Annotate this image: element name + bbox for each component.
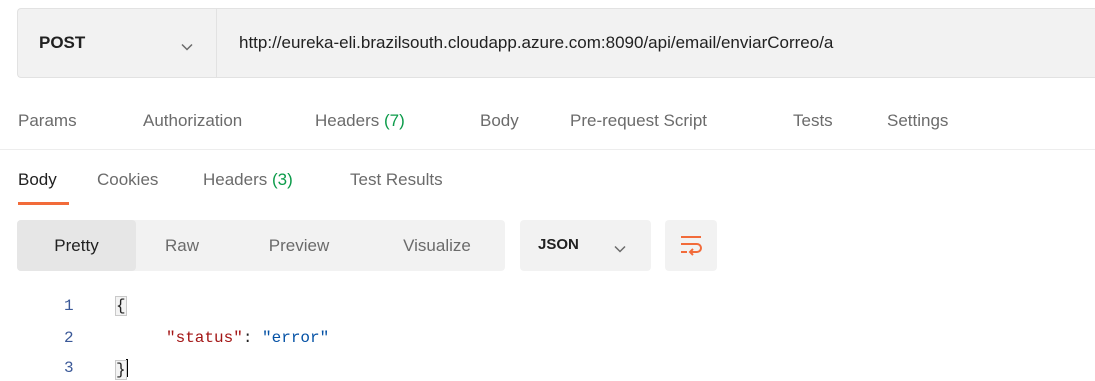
line-number: 1	[64, 297, 74, 315]
json-key: "status"	[166, 329, 243, 347]
code-text: {	[115, 296, 127, 316]
code-line: 1 {	[0, 296, 1095, 319]
code-text: "status": "error"	[166, 329, 329, 347]
headers-count: (3)	[272, 170, 293, 189]
tab-label: Settings	[887, 111, 949, 130]
code-line: 2 "status": "error"	[0, 329, 1095, 351]
code-text[interactable]: }	[115, 359, 128, 380]
url-input[interactable]: http://eureka-eli.brazilsouth.cloudapp.a…	[239, 33, 833, 53]
chevron-down-icon	[614, 240, 626, 258]
request-bar: POST http://eureka-eli.brazilsouth.cloud…	[17, 8, 1095, 78]
json-colon: :	[242, 329, 263, 347]
view-mode-raw[interactable]: Raw	[148, 220, 216, 271]
chevron-down-icon	[181, 38, 193, 56]
tab-label: Test Results	[350, 170, 443, 189]
request-tabs: Params Authorization Headers (7) Body Pr…	[0, 97, 1095, 150]
tab-label: Headers	[203, 170, 268, 189]
response-tab-cookies[interactable]: Cookies	[97, 170, 158, 190]
tab-label: Authorization	[143, 111, 243, 130]
tab-headers[interactable]: Headers (7)	[315, 111, 405, 131]
close-brace: }	[115, 360, 127, 380]
tab-label: Tests	[793, 111, 833, 130]
tab-label: Params	[18, 111, 77, 130]
tab-settings[interactable]: Settings	[887, 111, 948, 131]
tab-label: Pre-request Script	[570, 111, 707, 130]
response-tab-body[interactable]: Body	[18, 170, 57, 190]
tab-label: Body	[18, 170, 57, 189]
tab-label: Cookies	[97, 170, 159, 189]
method-select[interactable]: POST	[18, 9, 217, 77]
tab-pre-request-script[interactable]: Pre-request Script	[570, 111, 707, 131]
line-number: 2	[64, 329, 74, 347]
view-mode-preview[interactable]: Preview	[247, 220, 351, 271]
view-mode-pretty[interactable]: Pretty	[17, 220, 136, 271]
format-select[interactable]: JSON	[520, 220, 651, 271]
headers-count: (7)	[384, 111, 405, 130]
wrap-text-button[interactable]	[665, 220, 717, 271]
view-mode-visualize[interactable]: Visualize	[377, 220, 497, 271]
response-tab-test-results[interactable]: Test Results	[350, 170, 443, 190]
view-mode-group: Pretty Raw Preview Visualize	[17, 220, 505, 271]
tab-authorization[interactable]: Authorization	[143, 111, 242, 131]
open-brace: {	[115, 296, 127, 316]
tab-params[interactable]: Params	[18, 111, 77, 131]
code-line: 3 }	[0, 359, 1095, 381]
tab-label: Body	[480, 111, 519, 130]
tab-tests[interactable]: Tests	[793, 111, 833, 131]
tab-body[interactable]: Body	[480, 111, 519, 131]
text-cursor	[125, 359, 128, 377]
format-label: JSON	[538, 236, 579, 253]
line-number: 3	[64, 359, 74, 377]
active-tab-indicator	[18, 202, 69, 205]
json-value: "error"	[262, 329, 330, 347]
response-tab-headers[interactable]: Headers (3)	[203, 170, 293, 190]
method-label: POST	[39, 33, 86, 52]
tab-label: Headers	[315, 111, 380, 130]
